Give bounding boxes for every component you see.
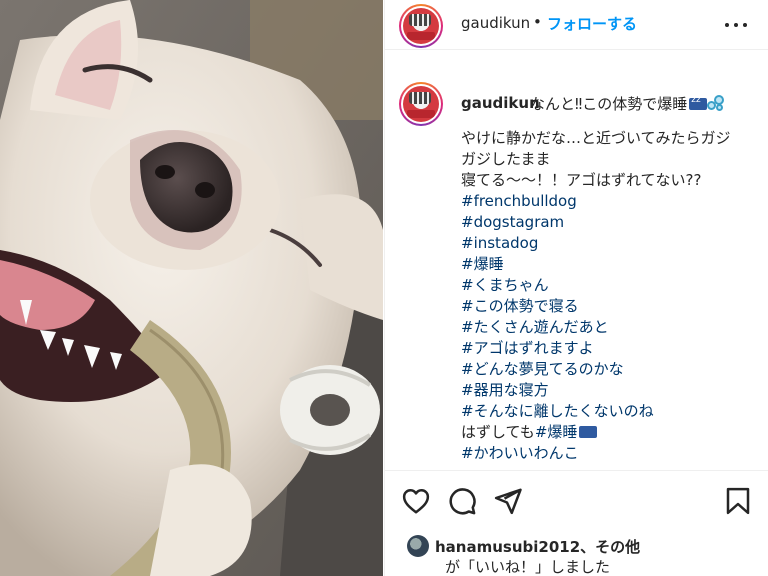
comment-icon[interactable] — [447, 486, 477, 516]
post-details-panel: gaudikun • フォローする gaudikun なんと‼この体勢で爆睡 や… — [384, 0, 768, 576]
hashtag-link[interactable]: #たくさん遊んだあと — [461, 317, 756, 338]
header-separator: • — [533, 13, 542, 31]
hashtag-link[interactable]: #爆睡 — [461, 254, 756, 275]
follow-button[interactable]: フォローする — [547, 13, 637, 34]
caption-title: なんと‼この体勢で爆睡 — [530, 93, 725, 114]
author-username[interactable]: gaudikun — [461, 14, 530, 32]
hashtag-link[interactable]: #爆睡 — [535, 423, 578, 441]
caption-line: 寝てる〜〜！！アゴはずれてない?? — [461, 171, 702, 189]
hashtag-link[interactable]: #器用な寝方 — [461, 380, 756, 401]
caption-author-avatar[interactable] — [399, 82, 443, 126]
hashtag-link[interactable]: #アゴはずれますよ — [461, 338, 756, 359]
caption-plain-text: はずしても — [461, 423, 535, 441]
sleeping-french-bulldog-image — [0, 0, 383, 576]
hashtag-link[interactable]: #この体勢で寝る — [461, 296, 756, 317]
liker-link[interactable]: hanamusubi2012、その他 — [435, 536, 640, 557]
likes-summary: hanamusubi2012、その他 が「いいね！」しました — [403, 534, 763, 576]
hashtag-link[interactable]: #frenchbulldog — [461, 191, 756, 212]
sleep-emoji-icon — [689, 95, 708, 110]
author-avatar[interactable] — [399, 4, 443, 48]
hashtag-link[interactable]: #dogstagram — [461, 212, 756, 233]
caption-body: やけに静かだな…と近づいてみたらガジ ガジしたまま 寝てる〜〜！！アゴはずれてな… — [461, 128, 756, 464]
hashtag-link[interactable]: #そんなに離したくないのね — [461, 401, 756, 422]
heart-icon[interactable] — [401, 486, 431, 516]
caption-title-text: なんと‼この体勢で爆睡 — [530, 95, 688, 113]
caption-line: やけに静かだな…と近づいてみたらガジ — [461, 129, 731, 147]
dash-emoji-icon — [707, 95, 725, 111]
hashtag-link[interactable]: #かわいいわんこ — [461, 443, 756, 464]
action-bar — [385, 470, 768, 532]
hashtag-link[interactable]: #くまちゃん — [461, 275, 756, 296]
bookmark-icon[interactable] — [723, 486, 753, 516]
post-photo — [0, 0, 383, 576]
caption-section: gaudikun なんと‼この体勢で爆睡 やけに静かだな…と近づいてみたらガジ … — [385, 62, 768, 470]
hashtag-link[interactable]: #instadog — [461, 233, 756, 254]
caption-username[interactable]: gaudikun — [461, 94, 540, 112]
post-header: gaudikun • フォローする — [385, 0, 768, 50]
liker-avatar[interactable] — [407, 535, 429, 557]
more-options-icon[interactable] — [725, 15, 749, 35]
liked-text: が「いいね！」しました — [445, 558, 611, 576]
caption-line: ガジしたまま — [461, 150, 551, 168]
share-icon[interactable] — [493, 486, 523, 516]
sleep-emoji-icon — [579, 426, 598, 438]
hashtag-link[interactable]: #どんな夢見てるのかな — [461, 359, 756, 380]
caption-mixed-line: はずしても#爆睡 — [461, 422, 756, 443]
